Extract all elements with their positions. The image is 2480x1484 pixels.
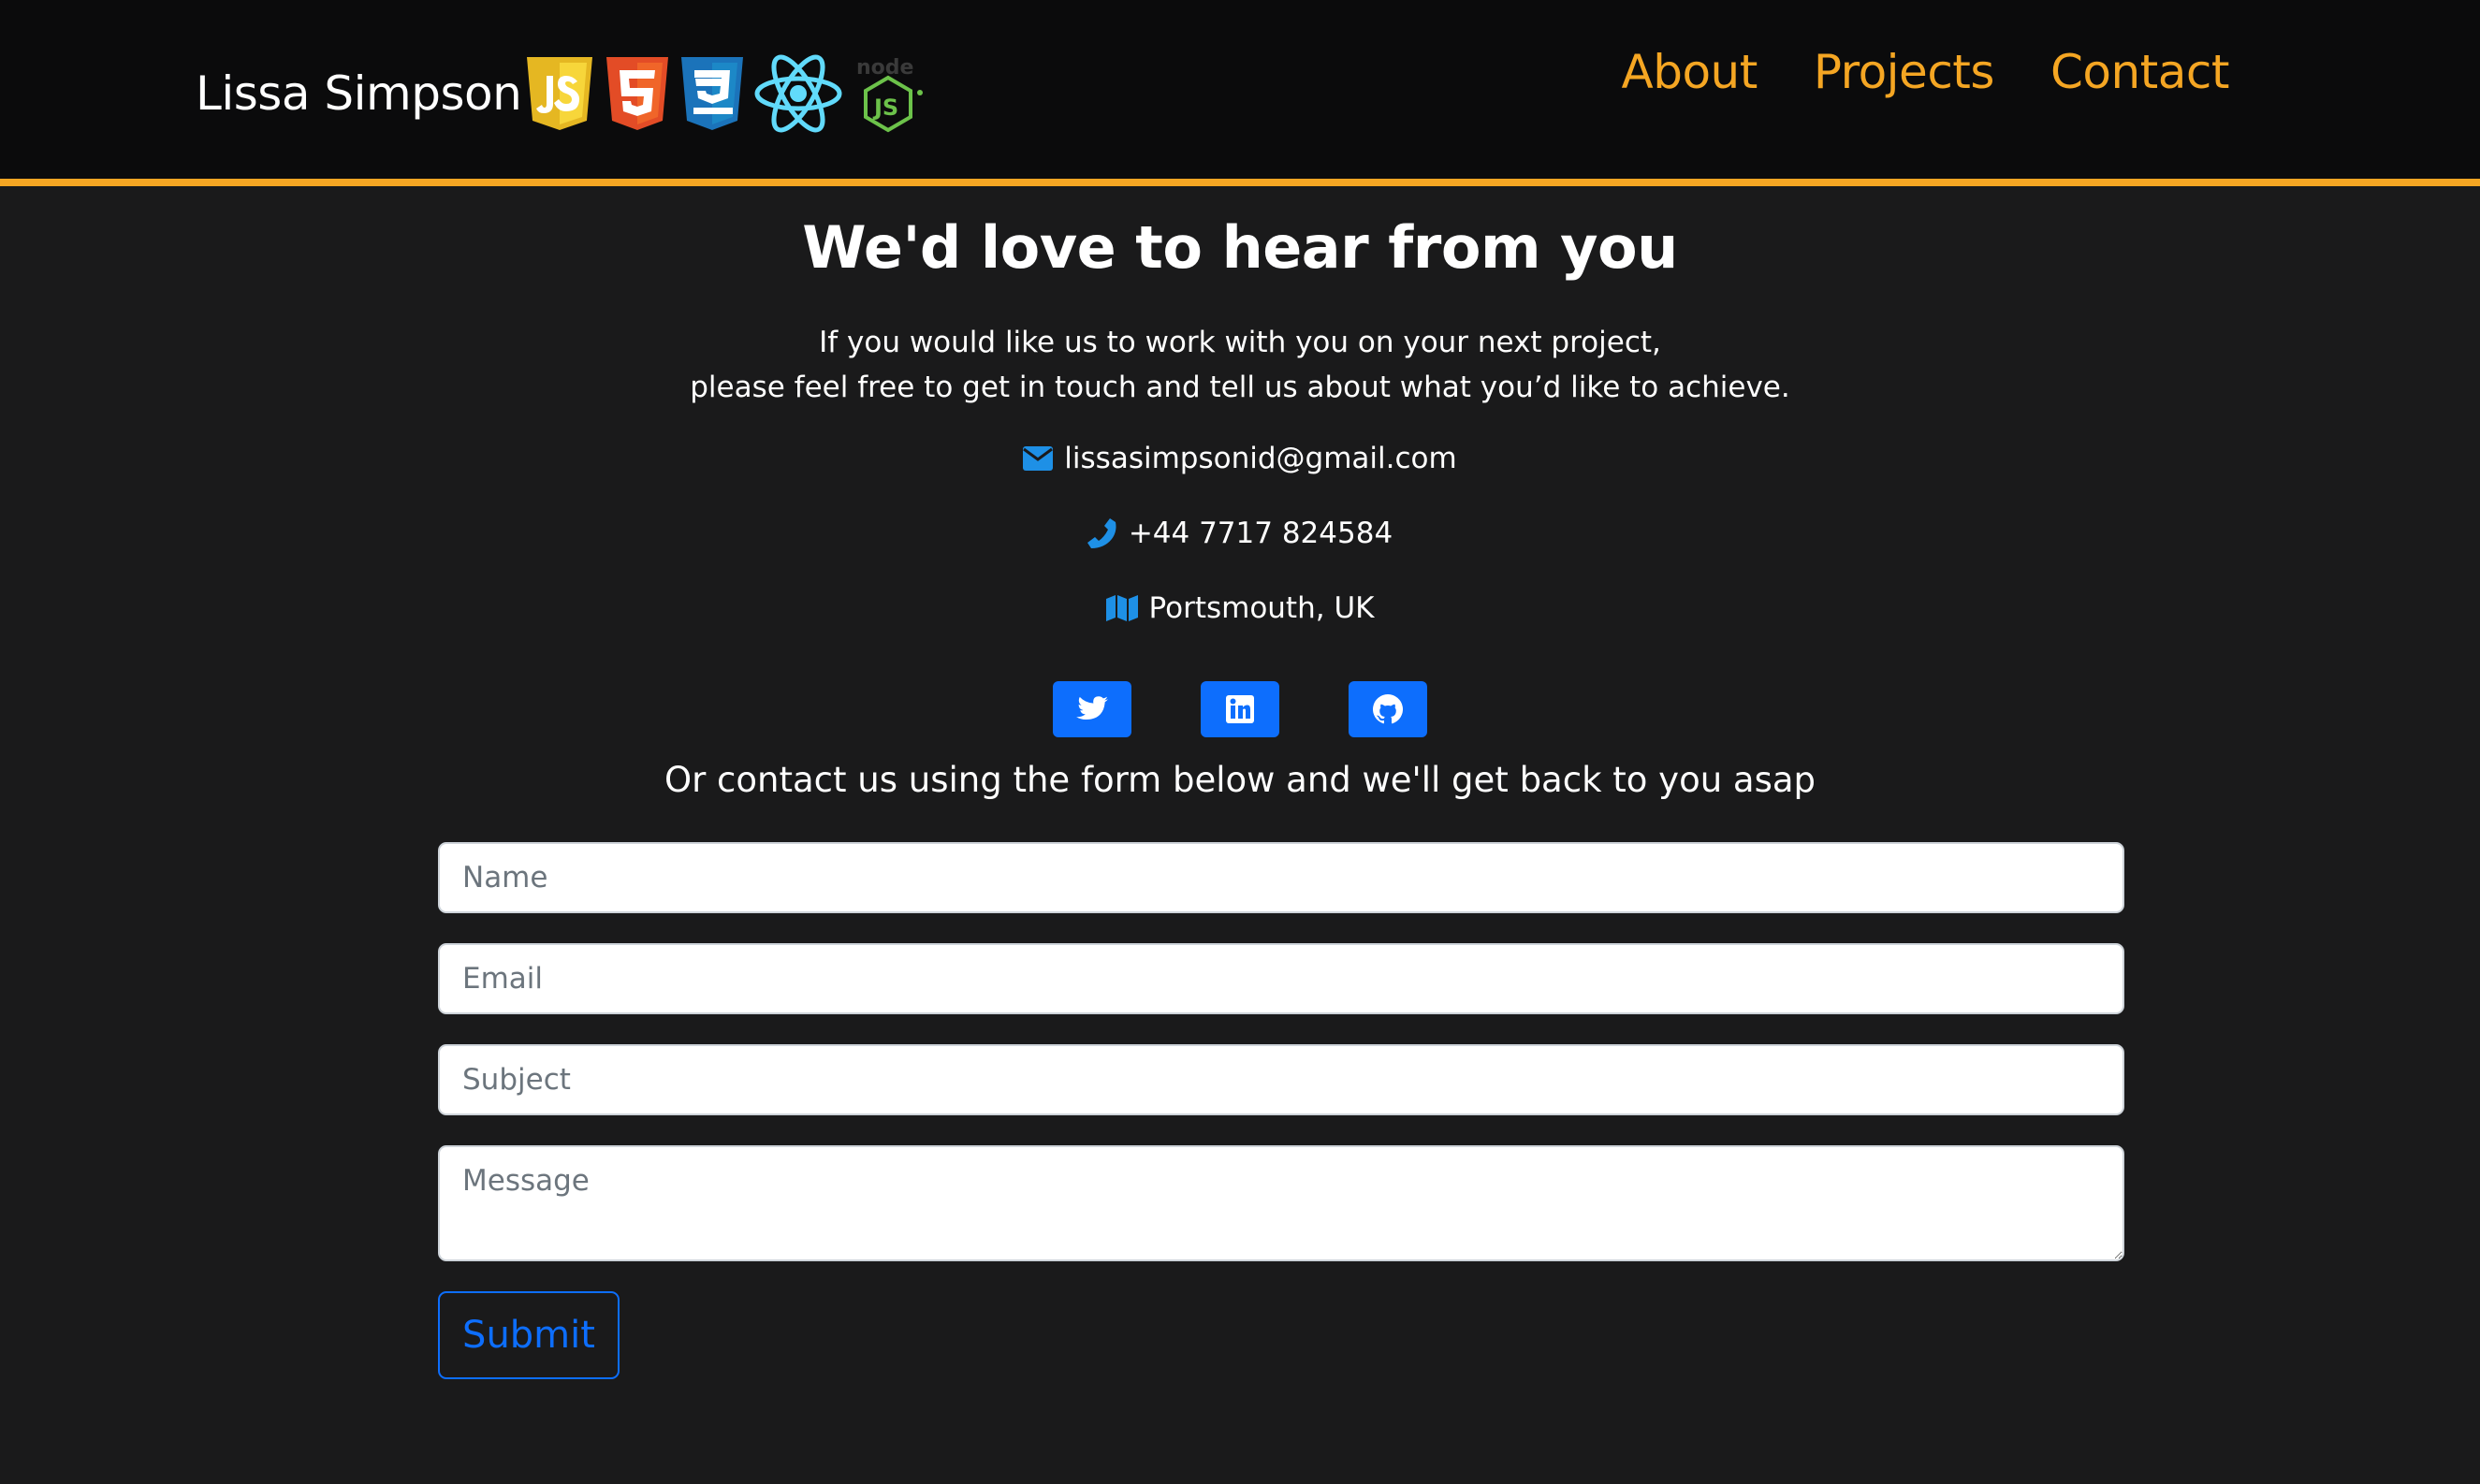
form-intro: Or contact us using the form below and w…: [664, 760, 1816, 800]
github-icon: [1373, 694, 1403, 724]
message-textarea[interactable]: [438, 1145, 2124, 1261]
email-input[interactable]: [438, 943, 2124, 1014]
map-icon: [1105, 595, 1138, 621]
page-heading: We'd love to hear from you: [802, 213, 1678, 282]
svg-text:JS: JS: [872, 95, 898, 121]
react-icon: [754, 54, 842, 133]
contact-email-row: lissasimpsonid@gmail.com: [0, 442, 2480, 478]
twitter-icon: [1076, 696, 1108, 720]
contact-location-row: Portsmouth, UK: [0, 591, 2480, 629]
nav-link-contact[interactable]: Contact: [2050, 45, 2230, 99]
javascript-icon: [527, 57, 593, 130]
css3-icon: [681, 57, 744, 130]
svg-text:node: node: [856, 56, 913, 80]
intro-line-1: If you would like us to work with you on…: [819, 326, 1661, 359]
phone-icon: [1087, 518, 1116, 548]
name-input[interactable]: [438, 842, 2124, 913]
nav-links: About Projects Contact: [1622, 45, 2230, 99]
contact-location: Portsmouth, UK: [1148, 591, 1375, 625]
navbar: Lissa Simpson node JS About Projects Con…: [0, 0, 2480, 186]
nav-link-about[interactable]: About: [1622, 45, 1758, 99]
twitter-button[interactable]: [1053, 681, 1131, 737]
social-links: [0, 681, 2480, 737]
contact-phone-row: +44 7717 824584: [0, 516, 2480, 556]
intro-line-2: please feel free to get in touch and tel…: [690, 371, 1790, 404]
html5-icon: [606, 57, 669, 130]
github-button[interactable]: [1349, 681, 1427, 737]
linkedin-button[interactable]: [1201, 681, 1279, 737]
submit-button[interactable]: Submit: [438, 1291, 620, 1379]
brand[interactable]: Lissa Simpson node JS: [196, 51, 933, 136]
contact-phone[interactable]: +44 7717 824584: [1129, 516, 1393, 550]
subject-input[interactable]: [438, 1044, 2124, 1115]
intro-text: If you would like us to work with you on…: [0, 320, 2480, 410]
linkedin-icon: [1226, 695, 1254, 723]
nodejs-icon: node JS: [856, 56, 924, 133]
brand-name[interactable]: Lissa Simpson: [196, 66, 522, 121]
envelope-icon: [1023, 446, 1054, 471]
nav-link-projects[interactable]: Projects: [1814, 45, 1995, 99]
contact-email[interactable]: lissasimpsonid@gmail.com: [1064, 442, 1456, 475]
